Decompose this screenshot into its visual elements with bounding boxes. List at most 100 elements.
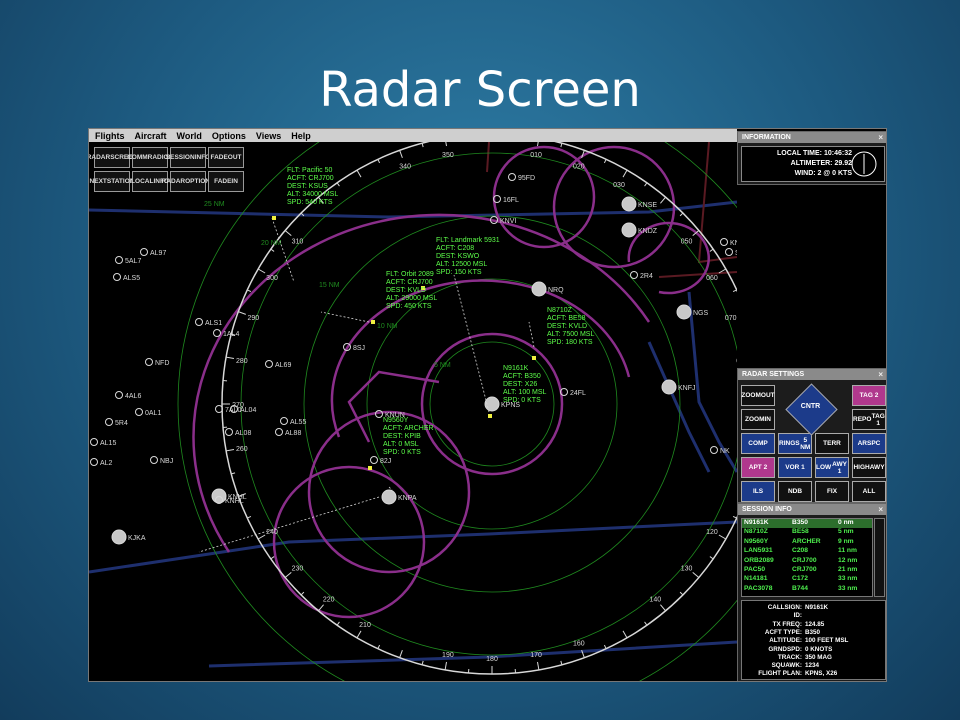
button-line-1: ILS xyxy=(752,488,764,495)
menu-world[interactable]: World xyxy=(177,131,202,141)
airport-icon[interactable] xyxy=(531,281,547,297)
session-row[interactable]: N9560Y ARCHER 9 nm xyxy=(742,538,872,547)
airport-icon[interactable] xyxy=(710,446,718,454)
airport-icon[interactable] xyxy=(135,408,143,416)
session-row[interactable]: N9161K B350 0 nm xyxy=(742,519,872,529)
airport-icon[interactable] xyxy=(140,248,148,256)
comm-radios-button[interactable]: COMM RADIOS xyxy=(127,147,173,168)
menu-flights[interactable]: Flights xyxy=(95,131,125,141)
airport-icon[interactable] xyxy=(115,391,123,399)
airport-icon[interactable] xyxy=(225,428,233,436)
session-row[interactable]: PAC50 CRJ700 21 nm xyxy=(742,566,872,575)
session-dist: 12 nm xyxy=(838,556,858,564)
radar-btn-fix[interactable]: FIX xyxy=(815,481,849,502)
menu-help[interactable]: Help xyxy=(291,131,311,141)
airport-icon[interactable] xyxy=(111,529,127,545)
airport-icon[interactable] xyxy=(630,271,638,279)
session-info-button[interactable]: SESSION INFO xyxy=(166,147,210,168)
airport-icon[interactable] xyxy=(265,360,273,368)
airport-icon[interactable] xyxy=(275,428,283,436)
session-row[interactable]: N14181 C172 33 nm xyxy=(742,575,872,584)
compass-label: 080 xyxy=(736,358,737,365)
radar-btn-repo-tag-1[interactable]: REPO TAG 1 xyxy=(852,409,886,430)
radar-options-button[interactable]: RADAR OPTIONS xyxy=(162,171,214,192)
airport-icon[interactable] xyxy=(508,173,516,181)
radar-btn-arspc[interactable]: ARSPC xyxy=(852,433,886,454)
airport-icon[interactable] xyxy=(280,417,288,425)
airport-icon[interactable] xyxy=(725,248,733,256)
airport-icon[interactable] xyxy=(213,329,221,337)
airport-icon[interactable] xyxy=(115,256,123,264)
session-row[interactable]: PAC3078 B744 33 nm xyxy=(742,585,872,594)
session-type: B350 xyxy=(792,519,808,526)
button-line-2: OUT xyxy=(227,154,242,161)
airport-label: ALS5 xyxy=(123,275,140,282)
airport-icon[interactable] xyxy=(621,196,637,212)
airport-label: NGS xyxy=(693,310,709,317)
aircraft-target-icon[interactable] xyxy=(532,356,536,360)
radar-btn-ndb[interactable]: NDB xyxy=(778,481,812,502)
session-row[interactable]: ORB2089 CRJ700 12 nm xyxy=(742,557,872,566)
radar-btn-comp[interactable]: COMP xyxy=(741,433,775,454)
close-icon[interactable]: × xyxy=(878,369,883,380)
radar-screen-button[interactable]: RADAR SCREEN xyxy=(89,147,137,168)
radar-btn-all[interactable]: ALL xyxy=(852,481,886,502)
menu-options[interactable]: Options xyxy=(212,131,246,141)
airport-icon[interactable] xyxy=(381,489,397,505)
compass-tick xyxy=(336,621,340,626)
compass-tick xyxy=(226,449,235,452)
airport-icon[interactable] xyxy=(150,456,158,464)
compass-tick xyxy=(226,356,235,359)
fade-in-button[interactable]: FADE IN xyxy=(208,171,244,192)
center-button[interactable]: CNTR xyxy=(775,383,846,436)
detail-row: TRACK: 350 MAG xyxy=(742,654,885,661)
airport-icon[interactable] xyxy=(720,238,728,246)
compass-label: 060 xyxy=(706,275,718,282)
airport-icon[interactable] xyxy=(621,222,637,238)
aircraft-tag-line: ACFT: CRJ700 xyxy=(386,279,433,286)
radar-btn-vor-1[interactable]: VOR 1 xyxy=(778,457,812,478)
airport-icon[interactable] xyxy=(370,456,378,464)
session-list-scrollbar[interactable] xyxy=(874,518,885,597)
session-row[interactable]: N8710Z BE58 5 nm xyxy=(742,528,872,537)
airport-icon[interactable] xyxy=(90,438,98,446)
radar-btn-rings-5-nm[interactable]: RINGS 5 NM xyxy=(778,433,812,454)
airport-icon[interactable] xyxy=(113,273,121,281)
aircraft-target-icon[interactable] xyxy=(272,216,276,220)
airport-icon[interactable] xyxy=(90,458,98,466)
radar-btn-tag-2[interactable]: TAG 2 xyxy=(852,385,886,406)
fade-out-button[interactable]: FADE OUT xyxy=(208,147,244,168)
close-icon[interactable]: × xyxy=(878,504,883,515)
button-line-1: RINGS xyxy=(779,440,800,447)
aircraft-target-icon[interactable] xyxy=(371,320,375,324)
compass-rose: 350 010 020 030 050 060 070 080 340 310 300 290 280 2… xyxy=(221,142,737,675)
aircraft-tag-line: DEST: KPIB xyxy=(383,433,421,440)
radar-btn-apt-2[interactable]: APT 2 xyxy=(741,457,775,478)
session-type: ARCHER xyxy=(792,537,821,545)
session-row[interactable]: LAN5931 C208 11 nm xyxy=(742,547,872,556)
detail-value: 350 MAG xyxy=(805,653,832,661)
compass-tick xyxy=(644,182,648,187)
airport-icon[interactable] xyxy=(145,358,153,366)
radar-btn-high-awy[interactable]: HIGH AWY xyxy=(852,457,886,478)
detail-key: TRACK: xyxy=(777,653,802,661)
aircraft-target-icon[interactable] xyxy=(368,466,372,470)
airport-label: 8SJ xyxy=(353,345,365,352)
radar-btn-zoom-out[interactable]: ZOOM OUT xyxy=(741,385,775,406)
radar-btn-low-awy-1[interactable]: LOW AWY 1 xyxy=(815,457,849,478)
radar-scope[interactable]: 350 010 020 030 050 060 070 080 340 310 300 290 280 2… xyxy=(89,142,737,681)
button-line-2: AWY xyxy=(869,464,885,471)
radar-btn-zoom-in[interactable]: ZOOM IN xyxy=(741,409,775,430)
airport-icon[interactable] xyxy=(195,318,203,326)
airport-icon[interactable] xyxy=(105,418,113,426)
airport-icon[interactable] xyxy=(676,304,692,320)
next-station-button[interactable]: NEXT STATION xyxy=(90,171,134,192)
radar-btn-terr[interactable]: TERR xyxy=(815,433,849,454)
menu-aircraft[interactable]: Aircraft xyxy=(135,131,167,141)
aircraft-target-icon[interactable] xyxy=(488,414,492,418)
radar-btn-ils[interactable]: ILS xyxy=(741,481,775,502)
menu-views[interactable]: Views xyxy=(256,131,281,141)
compass-tick xyxy=(718,534,727,540)
airport-icon[interactable] xyxy=(661,379,677,395)
close-icon[interactable]: × xyxy=(878,132,883,143)
